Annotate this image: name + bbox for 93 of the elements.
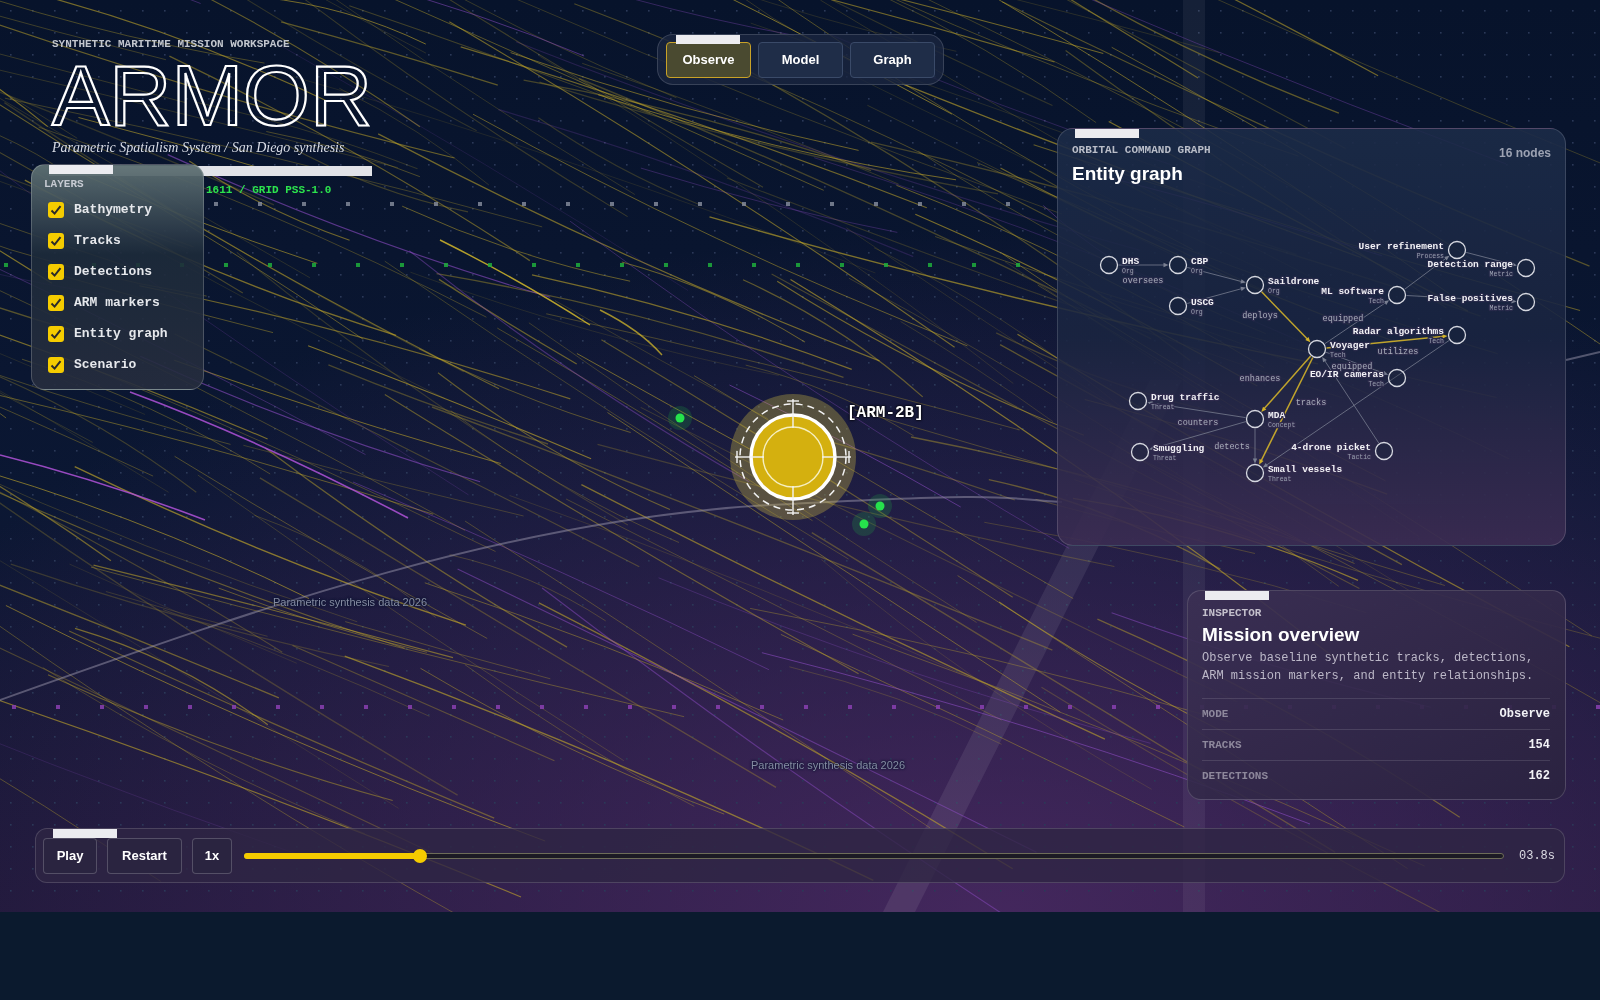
- node-label: Smuggling: [1153, 443, 1205, 454]
- graph-node[interactable]: [1447, 325, 1467, 345]
- checkbox[interactable]: [48, 325, 64, 342]
- graph-node[interactable]: [1130, 442, 1150, 462]
- mode-tab[interactable]: Observe: [666, 42, 751, 78]
- graph-node[interactable]: [1374, 441, 1394, 461]
- map-caption: Parametric synthesis data 2026: [273, 595, 428, 609]
- layer-label[interactable]: Bathymetry: [74, 201, 152, 218]
- node-label: Detection range: [1427, 259, 1513, 270]
- graph-node[interactable]: [1168, 296, 1188, 316]
- edge-label: deploys: [1242, 311, 1278, 321]
- play-button[interactable]: Play: [43, 837, 97, 874]
- app-subtitle: Parametric Spatialism System / San Diego synthesis: [52, 139, 346, 157]
- restart-button[interactable]: Restart: [107, 837, 182, 874]
- panel-accent-bar: [676, 35, 740, 44]
- node-label: Small vessels: [1268, 464, 1343, 475]
- graph-node[interactable]: [1387, 368, 1407, 388]
- check-icon: [50, 327, 62, 340]
- panel-accent-bar: [53, 829, 117, 838]
- node-label: ML software: [1321, 286, 1384, 297]
- field-label: MODE: [1202, 707, 1229, 721]
- check-icon: [50, 296, 62, 309]
- check-icon: [50, 358, 62, 371]
- graph-node[interactable]: [1516, 258, 1536, 278]
- detection-dot-icon[interactable]: [668, 406, 692, 430]
- field-value: 154: [1528, 738, 1550, 752]
- graph-node[interactable]: [1307, 339, 1327, 359]
- graph-node[interactable]: [1245, 409, 1265, 429]
- inspector-description: Observe baseline synthetic tracks, detections, ARM mission markers, and entity relationships.: [1202, 650, 1535, 685]
- checkbox[interactable]: [48, 356, 64, 373]
- node-label: CBP: [1191, 256, 1209, 267]
- edge-label: oversees: [1122, 276, 1164, 286]
- edge-label: counters: [1177, 418, 1219, 428]
- node-label: DHS: [1122, 256, 1140, 267]
- speed-button[interactable]: 1x: [192, 837, 232, 874]
- edge-label: tracks: [1295, 398, 1327, 408]
- edge-label: detects: [1214, 442, 1250, 452]
- node-count: 16 nodes: [1498, 146, 1551, 160]
- graph-node[interactable]: [1245, 275, 1265, 295]
- edge-label: utilizes: [1377, 347, 1419, 357]
- mode-tab[interactable]: Graph: [850, 42, 935, 78]
- edge-label: equipped: [1322, 314, 1364, 324]
- graph-node[interactable]: [1245, 463, 1265, 483]
- grid-readout: 1611 / GRID PSS-1.0: [206, 183, 332, 197]
- checkbox[interactable]: [48, 294, 64, 311]
- node-label: Radar algorithms: [1352, 326, 1444, 337]
- layer-label[interactable]: Tracks: [74, 232, 121, 249]
- graph-node[interactable]: [1516, 292, 1536, 312]
- graph-node[interactable]: [1128, 391, 1148, 411]
- panel-accent-bar: [1205, 591, 1269, 600]
- app-title: ARMOR: [52, 52, 373, 138]
- edge-label: equipped: [1331, 362, 1373, 372]
- node-label: Saildrone: [1268, 276, 1320, 287]
- timeline-thumb[interactable]: [413, 848, 428, 863]
- graph-node[interactable]: [1168, 255, 1188, 275]
- node-label: False positives: [1427, 293, 1513, 304]
- field-label: DETECTIONS: [1202, 769, 1268, 783]
- panel-title: Mission overview: [1202, 624, 1361, 646]
- checkbox[interactable]: [48, 201, 64, 218]
- layer-label[interactable]: Detections: [74, 263, 152, 280]
- panel-title: LAYERS: [44, 177, 85, 191]
- panel-accent-bar: [49, 165, 113, 174]
- detection-dot-icon[interactable]: [868, 494, 892, 518]
- node-label: 4-drone picket: [1291, 442, 1371, 453]
- checkbox[interactable]: [48, 263, 64, 280]
- edge-label: enhances: [1239, 374, 1281, 384]
- panel-title: Entity graph: [1072, 163, 1184, 185]
- panel-eyebrow: INSPECTOR: [1202, 606, 1263, 620]
- marker-label: [ARM-2B]: [847, 403, 924, 423]
- workspace-caption: SYNTHETIC MARITIME MISSION WORKSPACE: [52, 37, 291, 51]
- mode-tab[interactable]: Model: [758, 42, 843, 78]
- check-icon: [50, 203, 62, 216]
- checkbox[interactable]: [48, 232, 64, 249]
- check-icon: [50, 234, 62, 247]
- graph-node[interactable]: [1387, 285, 1407, 305]
- detection-dot-icon[interactable]: [852, 512, 876, 536]
- bathymetry-contour: [1565, 351, 1600, 361]
- check-icon: [50, 265, 62, 278]
- layer-label[interactable]: Entity graph: [74, 325, 168, 342]
- graph-node[interactable]: [1099, 255, 1119, 275]
- node-label: USCG: [1191, 297, 1214, 308]
- layer-label[interactable]: Scenario: [74, 356, 137, 373]
- graph-node[interactable]: [1447, 240, 1467, 260]
- timeline-slider[interactable]: [244, 848, 1504, 863]
- panel-accent-bar: [1075, 129, 1139, 138]
- field-value: Observe: [1499, 707, 1550, 721]
- node-label: Drug traffic: [1151, 392, 1220, 403]
- elapsed-time: 03.8s: [1519, 848, 1555, 863]
- field-label: TRACKS: [1202, 738, 1242, 752]
- panel-eyebrow: ORBITAL COMMAND GRAPH: [1072, 143, 1211, 157]
- node-label: User refinement: [1358, 241, 1444, 252]
- layer-label[interactable]: ARM markers: [74, 294, 160, 311]
- field-value: 162: [1528, 769, 1550, 783]
